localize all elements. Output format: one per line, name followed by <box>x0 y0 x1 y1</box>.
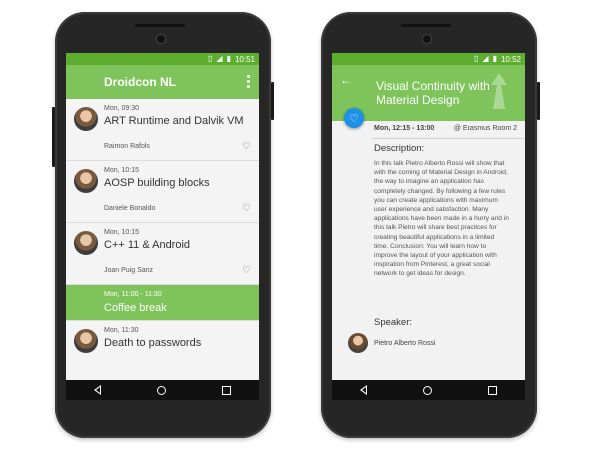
session-speaker: Raimon Rafols <box>104 143 150 150</box>
speaker-avatar <box>74 231 98 255</box>
detail-time: Mon, 12:15 - 13:00 <box>374 125 434 132</box>
vibrate-icon: ▯ <box>474 54 479 63</box>
session-title: C++ 11 & Android <box>104 239 191 251</box>
speaker-avatar <box>74 107 98 131</box>
break-title: Coffee break <box>104 302 167 314</box>
session-item[interactable]: Mon, 10:15 AOSP building blocks Daniele … <box>66 161 259 223</box>
speaker-name[interactable]: Pietro Alberto Rossi <box>374 340 435 347</box>
favorite-fab[interactable]: ♡ <box>344 108 364 128</box>
session-item[interactable]: Mon, 09:30 ART Runtime and Dalvik VM Rai… <box>66 99 259 161</box>
session-time: Mon, 09:30 <box>104 105 140 112</box>
signal-icon: ◢ <box>482 54 489 63</box>
session-time: Mon, 10:15 <box>104 229 140 236</box>
speaker-avatar <box>74 169 98 193</box>
description-label: Description: <box>374 143 425 154</box>
session-time: Mon, 11:30 <box>104 327 139 334</box>
session-title: AOSP building blocks <box>104 177 210 189</box>
nav-back-icon[interactable] <box>360 385 367 395</box>
session-speaker: Daniele Bonaldo <box>104 205 156 212</box>
heart-icon: ♡ <box>349 112 359 125</box>
power-button <box>271 82 274 120</box>
divider <box>372 138 525 139</box>
heart-icon[interactable]: ♡ <box>242 203 251 214</box>
earpiece <box>401 24 451 27</box>
session-time: Mon, 10:15 <box>104 167 140 174</box>
app-bar: Droidcon NL <box>66 65 259 99</box>
volume-button <box>52 107 55 167</box>
nav-home-icon[interactable] <box>423 385 432 395</box>
speaker-avatar <box>74 329 98 353</box>
signal-icon: ◢ <box>216 54 223 63</box>
description-text: In this talk Pietro Alberto Rossi will s… <box>374 160 509 278</box>
heart-icon[interactable]: ♡ <box>242 265 251 276</box>
heart-icon[interactable]: ♡ <box>242 141 251 152</box>
detail-room: @ Erasmus Room 2 <box>453 125 517 132</box>
break-time: Mon, 11:00 - 11:30 <box>104 291 162 298</box>
session-item[interactable]: Mon, 11:30 Death to passwords <box>66 321 259 383</box>
droid-logo-icon <box>491 73 507 109</box>
status-time: 10:51 <box>234 54 255 64</box>
detail-time-text: Mon, 12:15 - 13:00 <box>374 125 435 132</box>
back-arrow-icon[interactable]: ← <box>340 73 352 87</box>
earpiece <box>135 24 185 27</box>
front-camera <box>422 34 432 44</box>
status-bar: ▯ ◢ ▮ 10:51 <box>66 53 259 65</box>
left-screen: ▯ ◢ ▮ 10:51 Droidcon NL Mon, 09:30 ART R… <box>66 53 259 400</box>
session-item[interactable]: Mon, 10:15 C++ 11 & Android Joan Puig Sa… <box>66 223 259 285</box>
overflow-menu-icon[interactable] <box>247 75 251 89</box>
front-camera <box>156 34 166 44</box>
speaker-label: Speaker: <box>374 317 413 328</box>
navigation-bar <box>66 380 259 400</box>
session-speaker: Joan Puig Sanz <box>104 267 154 274</box>
nav-home-icon[interactable] <box>157 385 166 395</box>
left-phone: ▯ ◢ ▮ 10:51 Droidcon NL Mon, 09:30 ART R… <box>52 12 274 438</box>
nav-recents-icon[interactable] <box>488 385 497 395</box>
session-list: Mon, 09:30 ART Runtime and Dalvik VM Rai… <box>66 99 259 383</box>
right-screen: ▯ ◢ ▮ 10:52 ← Visual Continuity with Mat… <box>332 53 525 400</box>
session-title: ART Runtime and Dalvik VM <box>104 115 244 127</box>
status-time: 10:52 <box>500 54 521 64</box>
battery-icon: ▮ <box>226 54 231 63</box>
battery-icon: ▮ <box>492 54 497 63</box>
nav-back-icon[interactable] <box>94 385 101 395</box>
right-phone: ▯ ◢ ▮ 10:52 ← Visual Continuity with Mat… <box>321 12 540 438</box>
session-title: Death to passwords <box>104 337 202 349</box>
navigation-bar <box>332 380 525 400</box>
power-button <box>537 82 540 120</box>
break-item: Mon, 11:00 - 11:30 Coffee break <box>66 285 259 321</box>
vibrate-icon: ▯ <box>208 54 213 63</box>
nav-recents-icon[interactable] <box>222 385 231 395</box>
speaker-avatar <box>348 333 368 353</box>
app-title: Droidcon NL <box>104 75 176 89</box>
status-bar: ▯ ◢ ▮ 10:52 <box>332 53 525 65</box>
